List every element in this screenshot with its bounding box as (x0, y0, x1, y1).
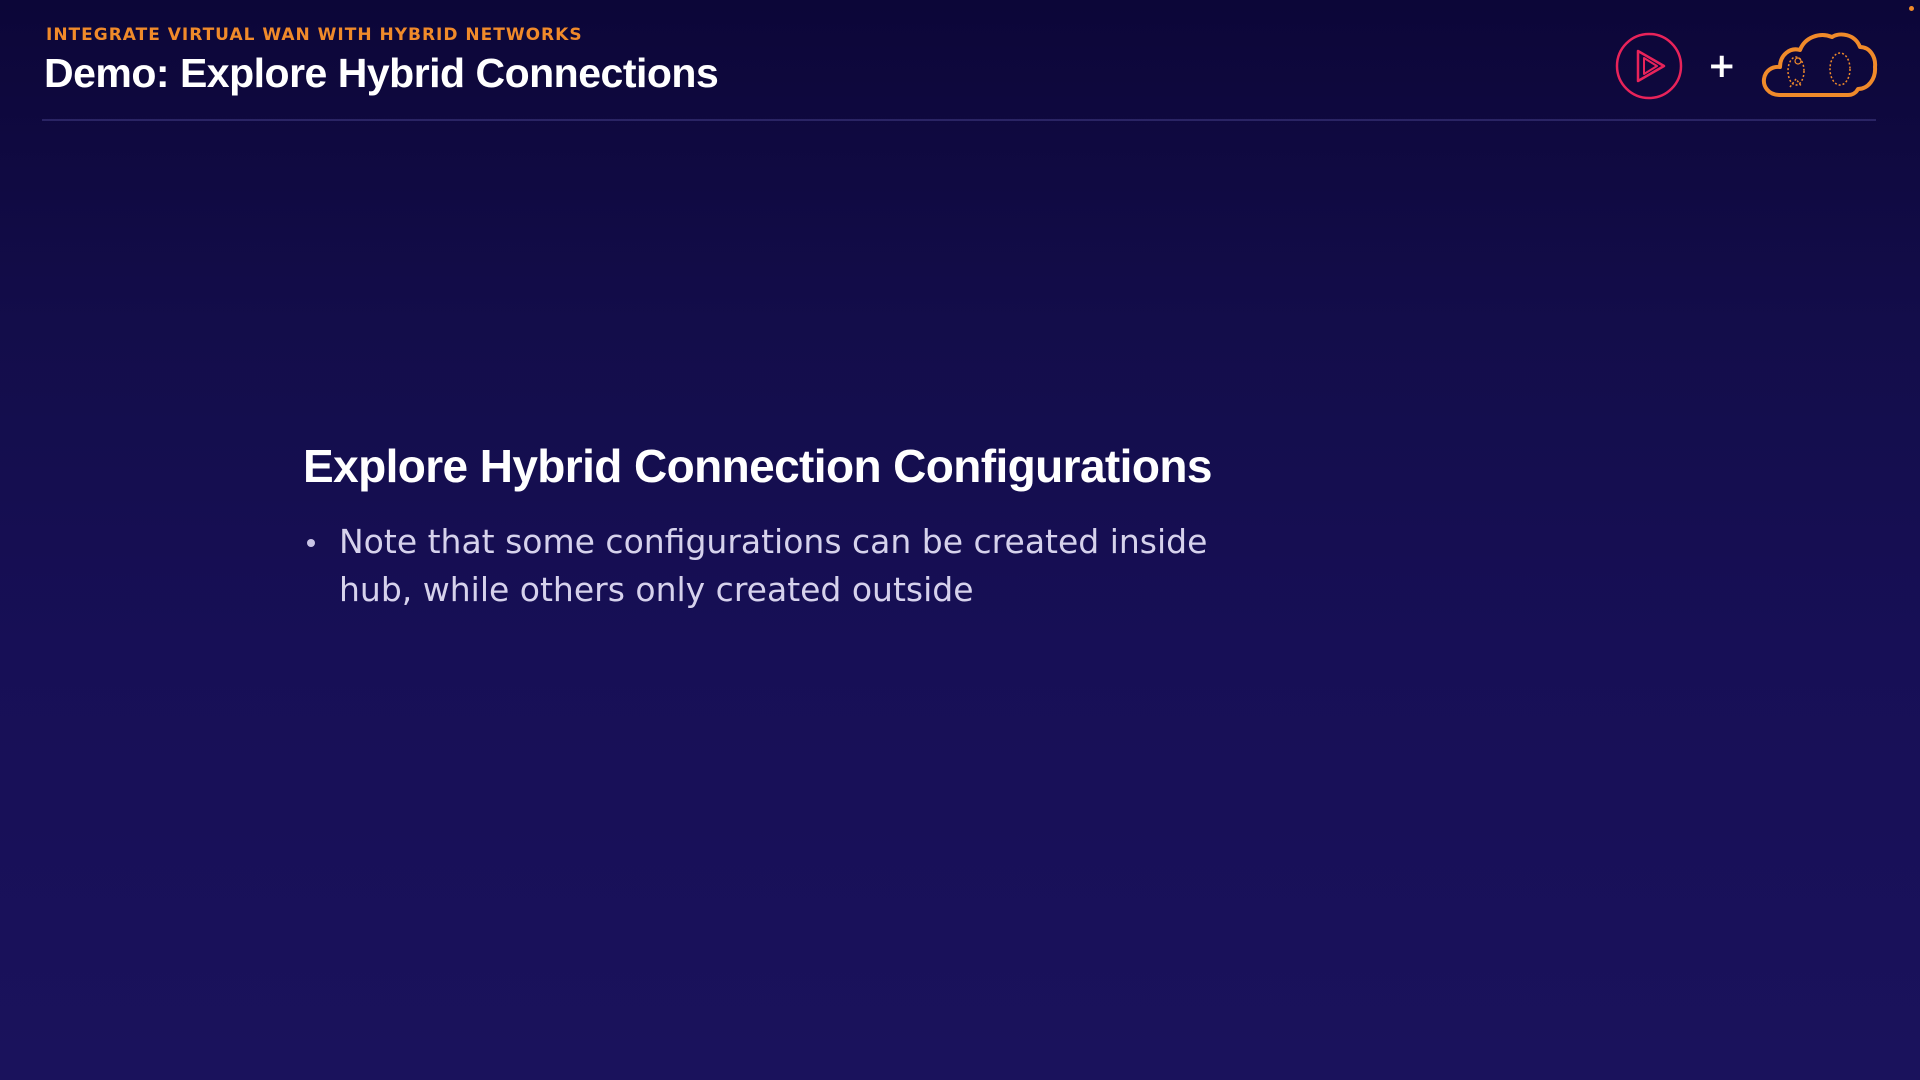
content-heading: Explore Hybrid Connection Configurations (303, 440, 1212, 492)
slide-header: INTEGRATE VIRTUAL WAN WITH HYBRID NETWOR… (44, 22, 719, 96)
bullet-list: Note that some configurations can be cre… (303, 518, 1283, 614)
list-item: Note that some configurations can be cre… (303, 518, 1259, 614)
header-divider (42, 119, 1876, 121)
bullet-dot-icon (307, 539, 315, 547)
page-title: Demo: Explore Hybrid Connections (44, 50, 719, 96)
play-circle-logo-icon (1615, 32, 1682, 100)
slide-content: Explore Hybrid Connection Configurations… (303, 436, 1283, 614)
brand-logos: + (1614, 30, 1879, 102)
cloud-logo-icon (1761, 32, 1878, 97)
plus-icon: + (1707, 46, 1737, 86)
corner-indicator-dot (1909, 6, 1914, 11)
course-eyebrow: INTEGRATE VIRTUAL WAN WITH HYBRID NETWOR… (46, 25, 583, 45)
bullet-text: Note that some configurations can be cre… (339, 522, 1208, 609)
